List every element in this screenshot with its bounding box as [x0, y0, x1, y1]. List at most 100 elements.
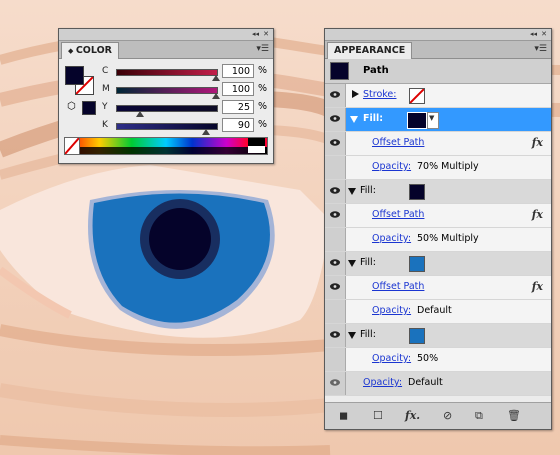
- slider-k-thumb[interactable]: [202, 129, 210, 135]
- eye-icon[interactable]: [330, 91, 340, 98]
- fill-dropdown[interactable]: ▼: [427, 112, 439, 129]
- color-spectrum[interactable]: [64, 137, 268, 155]
- chevron-down-icon: ▼: [429, 114, 435, 122]
- add-effect-icon[interactable]: fx.: [405, 409, 420, 422]
- opacity-link[interactable]: Opacity:: [372, 161, 411, 172]
- slider-y-label: Y: [102, 102, 108, 112]
- appearance-panel-tabrow: APPEARANCE ▾☰: [325, 41, 551, 59]
- slider-m-track[interactable]: [116, 87, 218, 94]
- panel-menu-icon[interactable]: ▾☰: [534, 44, 547, 54]
- slider-m-label: M: [102, 84, 110, 94]
- tab-color[interactable]: ◆ COLOR: [61, 42, 119, 59]
- path-thumbnail: [330, 62, 349, 80]
- offset-path-link[interactable]: Offset Path: [372, 137, 424, 148]
- add-stroke-icon[interactable]: ◼: [339, 409, 348, 422]
- tab-color-label: COLOR: [75, 45, 112, 56]
- slider-row-y: Y 25 %: [59, 100, 273, 117]
- appearance-header: Path: [325, 59, 551, 84]
- slider-row-c: C 100 %: [59, 64, 273, 81]
- eye-icon[interactable]: [330, 283, 340, 290]
- opacity-value: 50%: [417, 353, 439, 364]
- panel-menu-icon[interactable]: ▾☰: [256, 44, 269, 54]
- black-swatch[interactable]: [248, 138, 265, 146]
- stroke-row[interactable]: Stroke:: [325, 84, 551, 108]
- appearance-panel-titlebar[interactable]: ◂◂ ✕: [325, 29, 551, 41]
- none-swatch[interactable]: [64, 137, 80, 155]
- eye-icon[interactable]: [330, 331, 340, 338]
- opacity-link[interactable]: Opacity:: [363, 377, 402, 388]
- fill-swatch[interactable]: [409, 256, 425, 272]
- opacity-link[interactable]: Opacity:: [372, 305, 411, 316]
- slider-k-unit: %: [258, 119, 268, 130]
- fx-icon[interactable]: fx: [532, 208, 543, 221]
- stroke-none-swatch[interactable]: [409, 88, 425, 104]
- slider-c-value[interactable]: 100: [222, 64, 254, 78]
- color-panel-titlebar[interactable]: ◂◂ ✕: [59, 29, 273, 41]
- slider-c-thumb[interactable]: [212, 75, 220, 81]
- offset-path-row-2[interactable]: Offset Path fx: [325, 204, 551, 228]
- opacity-link[interactable]: Opacity:: [372, 233, 411, 244]
- trash-icon[interactable]: 🗑: [507, 409, 521, 422]
- fill-row-4[interactable]: Fill:: [325, 324, 551, 348]
- close-icon[interactable]: ✕: [263, 30, 269, 39]
- fill-label: Fill:: [360, 257, 376, 268]
- fx-icon[interactable]: fx: [532, 136, 543, 149]
- stroke-label[interactable]: Stroke:: [363, 89, 396, 100]
- tab-appearance[interactable]: APPEARANCE: [327, 42, 413, 59]
- fill-swatch[interactable]: [409, 328, 425, 344]
- opacity-row-3[interactable]: Opacity: Default: [325, 300, 551, 324]
- offset-path-link[interactable]: Offset Path: [372, 281, 424, 292]
- slider-y-track[interactable]: [116, 105, 218, 112]
- eye-icon[interactable]: [330, 115, 340, 122]
- eye-icon[interactable]: [330, 379, 340, 386]
- fill-swatch[interactable]: [407, 112, 427, 129]
- offset-path-row-3[interactable]: Offset Path fx: [325, 276, 551, 300]
- opacity-value: Default: [417, 305, 452, 316]
- opacity-row-2[interactable]: Opacity: 50% Multiply: [325, 228, 551, 252]
- white-swatch[interactable]: [248, 146, 265, 153]
- duplicate-item-icon[interactable]: ⧉: [475, 409, 483, 423]
- eye-icon[interactable]: [330, 211, 340, 218]
- add-fill-icon[interactable]: ☐: [373, 409, 383, 422]
- eye-icon[interactable]: [330, 187, 340, 194]
- offset-path-link[interactable]: Offset Path: [372, 209, 424, 220]
- opacity-row-1[interactable]: Opacity: 70% Multiply: [325, 156, 551, 180]
- tab-updown-icon: ◆: [68, 47, 76, 55]
- slider-y-thumb[interactable]: [136, 111, 144, 117]
- slider-c-track[interactable]: [116, 69, 218, 76]
- fill-row-3[interactable]: Fill:: [325, 252, 551, 276]
- collapse-arrow-icon[interactable]: [348, 332, 356, 339]
- slider-k-label: K: [102, 120, 108, 130]
- expand-arrow-icon[interactable]: [352, 90, 359, 98]
- fill-swatch[interactable]: [409, 184, 425, 200]
- opacity-value: 70% Multiply: [417, 161, 479, 172]
- fill-row-2[interactable]: Fill:: [325, 180, 551, 204]
- collapse-arrow-icon[interactable]: [348, 260, 356, 267]
- opacity-link[interactable]: Opacity:: [372, 353, 411, 364]
- page-title: Path: [363, 65, 389, 76]
- opacity-value: 50% Multiply: [417, 233, 479, 244]
- close-icon[interactable]: ✕: [541, 30, 547, 39]
- slider-m-value[interactable]: 100: [222, 82, 254, 96]
- collapse-icon[interactable]: ◂◂: [530, 30, 537, 39]
- fill-row-1[interactable]: Fill: ▼: [325, 108, 551, 132]
- slider-k-value[interactable]: 90: [222, 118, 254, 132]
- slider-c-unit: %: [258, 65, 268, 76]
- fill-label: Fill:: [360, 329, 376, 340]
- eye-icon[interactable]: [330, 259, 340, 266]
- color-panel: ◂◂ ✕ ◆ COLOR ▾☰ ⬡ C 100 % M 100 % Y 25 %…: [58, 28, 274, 164]
- collapse-arrow-icon[interactable]: [348, 188, 356, 195]
- collapse-icon[interactable]: ◂◂: [252, 30, 259, 39]
- eye-icon[interactable]: [330, 139, 340, 146]
- slider-m-thumb[interactable]: [212, 93, 220, 99]
- collapse-arrow-icon[interactable]: [350, 116, 358, 123]
- opacity-row-main[interactable]: Opacity: Default: [325, 372, 551, 396]
- clear-appearance-icon[interactable]: ⊘: [443, 409, 452, 422]
- fx-icon[interactable]: fx: [532, 280, 543, 293]
- color-panel-tabrow: ◆ COLOR ▾☰: [59, 41, 273, 59]
- appearance-footer: ◼ ☐ fx. ⊘ ⧉ 🗑: [325, 402, 551, 429]
- opacity-row-4[interactable]: Opacity: 50%: [325, 348, 551, 372]
- slider-y-value[interactable]: 25: [222, 100, 254, 114]
- fill-swatch[interactable]: [65, 66, 84, 85]
- offset-path-row-1[interactable]: Offset Path fx: [325, 132, 551, 156]
